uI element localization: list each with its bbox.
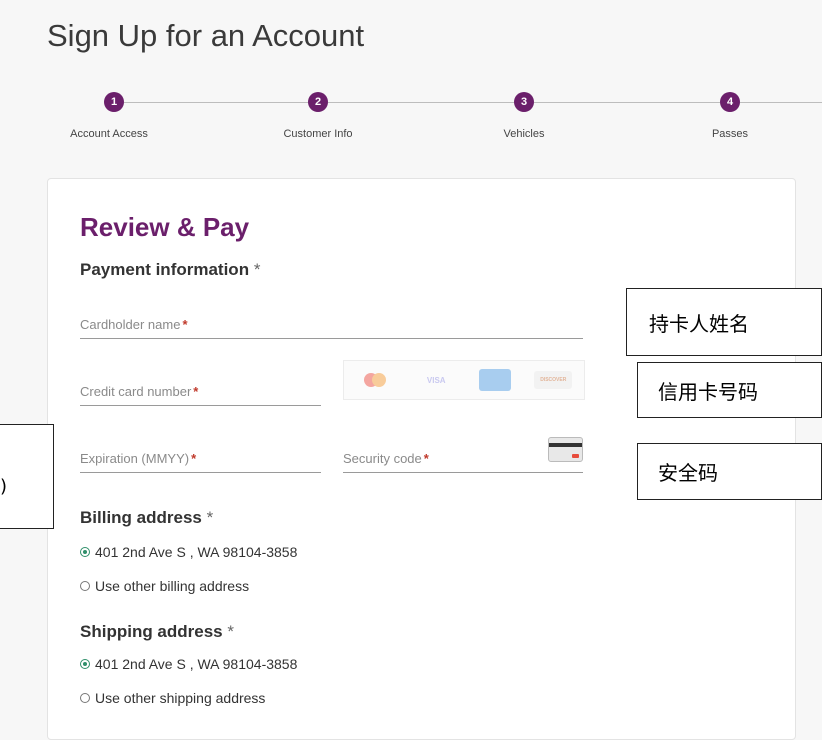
required-mark: * — [253, 260, 261, 279]
accepted-cards-logos: VISA DISCOVER — [343, 360, 585, 400]
required-mark: * — [423, 451, 429, 466]
billing-other-label: Use other billing address — [95, 578, 250, 594]
step-1-label: Account Access — [70, 128, 148, 140]
required-mark: * — [191, 451, 197, 466]
card-number-placeholder: Credit card number — [80, 384, 192, 399]
progress-stepper: 1 2 3 4 Account Access Customer Info Veh… — [0, 92, 822, 152]
expiration-placeholder: Expiration (MMYY) — [80, 451, 190, 466]
step-connector — [124, 102, 310, 103]
shipping-saved-label: 401 2nd Ave S , WA 98104-3858 — [95, 656, 298, 672]
billing-heading-label: Billing address — [80, 508, 202, 527]
annotation-left-partial: ) — [0, 424, 54, 529]
security-code-input[interactable]: Security code * — [343, 446, 583, 473]
annotation-cardholder: 持卡人姓名 — [626, 288, 822, 356]
payment-info-label: Payment information — [80, 260, 250, 279]
section-title: Review & Pay — [80, 212, 250, 242]
required-mark: * — [182, 317, 188, 332]
step-2-label: Customer Info — [283, 128, 353, 140]
credit-card-number-input[interactable]: Credit card number * — [80, 379, 321, 406]
billing-saved-label: 401 2nd Ave S , WA 98104-3858 — [95, 544, 298, 560]
radio-selected-icon[interactable] — [80, 547, 90, 557]
billing-option-saved[interactable]: 401 2nd Ave S , WA 98104-3858 — [80, 544, 297, 560]
amex-icon — [478, 369, 511, 391]
shipping-other-label: Use other shipping address — [95, 690, 266, 706]
credit-card-icon — [548, 437, 583, 462]
security-placeholder: Security code — [343, 451, 422, 466]
step-1-marker[interactable]: 1 — [104, 92, 124, 112]
payment-info-heading: Payment information * — [80, 260, 260, 280]
discover-icon: DISCOVER — [534, 371, 573, 389]
cardholder-placeholder: Cardholder name — [80, 317, 181, 332]
shipping-option-saved[interactable]: 401 2nd Ave S , WA 98104-3858 — [80, 656, 297, 672]
step-4-marker[interactable]: 4 — [720, 92, 740, 112]
step-connector — [328, 102, 514, 103]
step-3-label: Vehicles — [503, 128, 545, 140]
mastercard-icon — [356, 371, 394, 389]
shipping-option-other[interactable]: Use other shipping address — [80, 690, 265, 706]
billing-address-heading: Billing address * — [80, 508, 213, 528]
shipping-heading-label: Shipping address — [80, 622, 223, 641]
step-3-marker[interactable]: 3 — [514, 92, 534, 112]
step-connector — [740, 102, 822, 103]
radio-selected-icon[interactable] — [80, 659, 90, 669]
required-mark: * — [227, 622, 234, 641]
required-mark: * — [193, 384, 199, 399]
radio-unselected-icon[interactable] — [80, 581, 90, 591]
step-connector — [534, 102, 720, 103]
step-4-label: Passes — [711, 128, 749, 140]
cardholder-name-input[interactable]: Cardholder name * — [80, 312, 583, 339]
required-mark: * — [206, 508, 214, 527]
radio-unselected-icon[interactable] — [80, 693, 90, 703]
annotation-card-number: 信用卡号码 — [637, 362, 822, 418]
visa-icon: VISA — [426, 375, 446, 385]
billing-option-other[interactable]: Use other billing address — [80, 578, 249, 594]
step-2-marker[interactable]: 2 — [308, 92, 328, 112]
annotation-security-code: 安全码 — [637, 443, 822, 500]
expiration-input[interactable]: Expiration (MMYY) * — [80, 446, 321, 473]
page-title: Sign Up for an Account — [47, 18, 365, 53]
shipping-address-heading: Shipping address * — [80, 622, 234, 642]
